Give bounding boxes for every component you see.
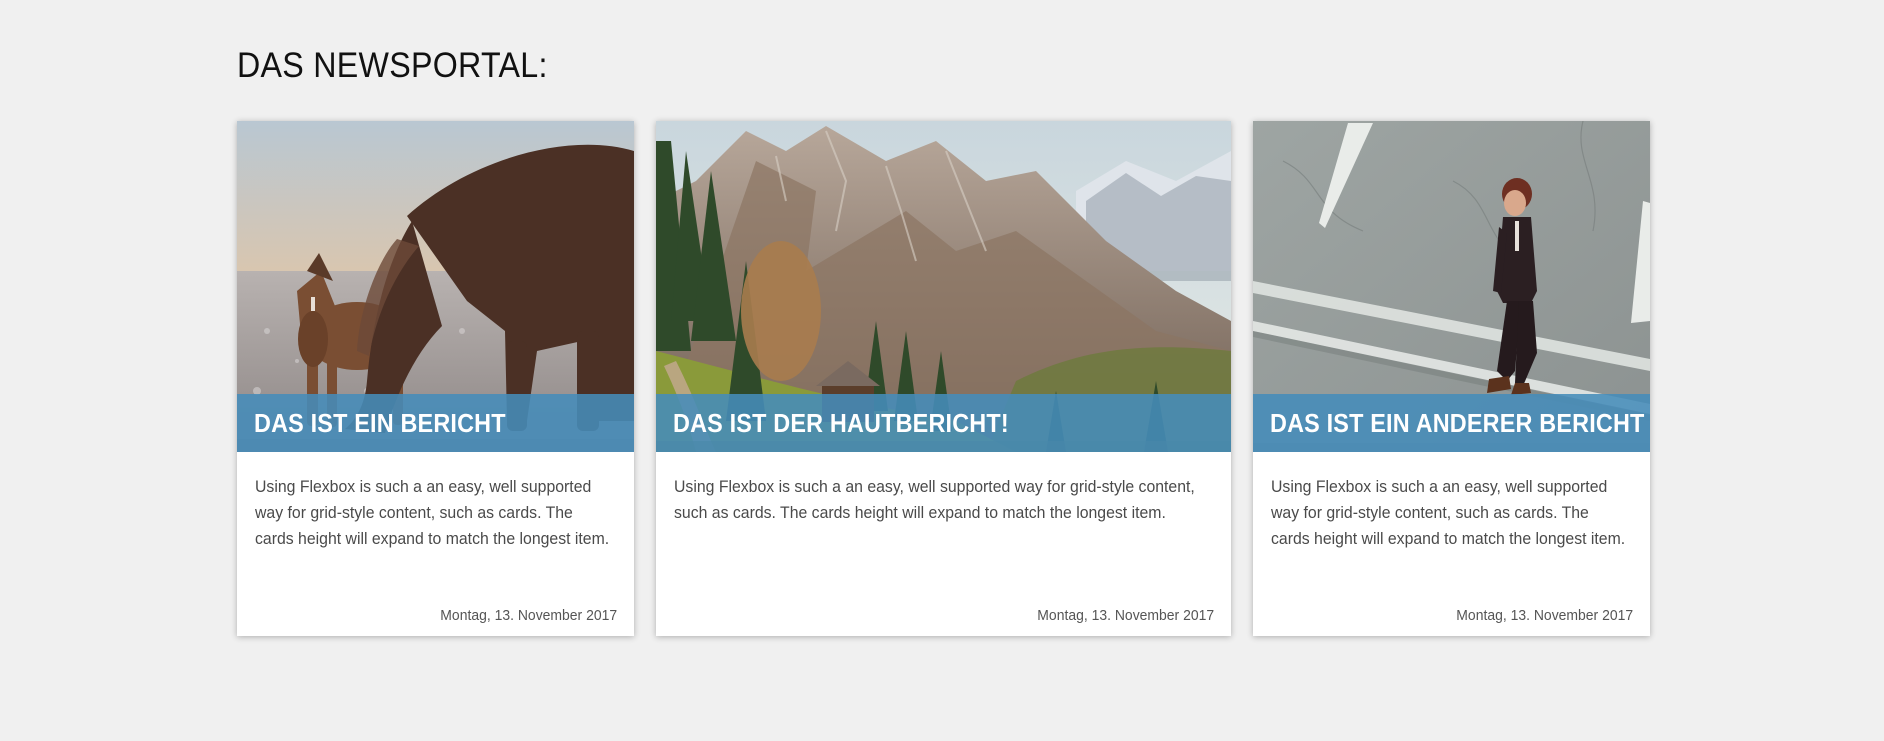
card-media: DAS IST DER HAUTBERICHT! [656,121,1231,452]
card-title[interactable]: DAS IST EIN ANDERER BERICHT [1253,394,1650,452]
card-title[interactable]: DAS IST DER HAUTBERICHT! [656,394,1231,452]
card-media: DAS IST EIN BERICHT [237,121,634,452]
card-date: Montag, 13. November 2017 [440,607,617,624]
card-text: Using Flexbox is such a an easy, well su… [674,477,1195,522]
card-date: Montag, 13. November 2017 [1456,607,1633,624]
card-text: Using Flexbox is such a an easy, well su… [1271,477,1626,548]
news-card[interactable]: DAS IST EIN BERICHT Using Flexbox is suc… [237,121,634,636]
card-date: Montag, 13. November 2017 [1037,607,1214,624]
page-title: DAS NEWSPORTAL: [237,46,548,85]
news-card[interactable]: DAS IST DER HAUTBERICHT! Using Flexbox i… [656,121,1231,636]
news-card[interactable]: DAS IST EIN ANDERER BERICHT Using Flexbo… [1253,121,1650,636]
card-grid: DAS IST EIN BERICHT Using Flexbox is suc… [237,121,1650,636]
card-media: DAS IST EIN ANDERER BERICHT [1253,121,1650,452]
card-title[interactable]: DAS IST EIN BERICHT [237,394,634,452]
card-text: Using Flexbox is such a an easy, well su… [255,477,610,548]
